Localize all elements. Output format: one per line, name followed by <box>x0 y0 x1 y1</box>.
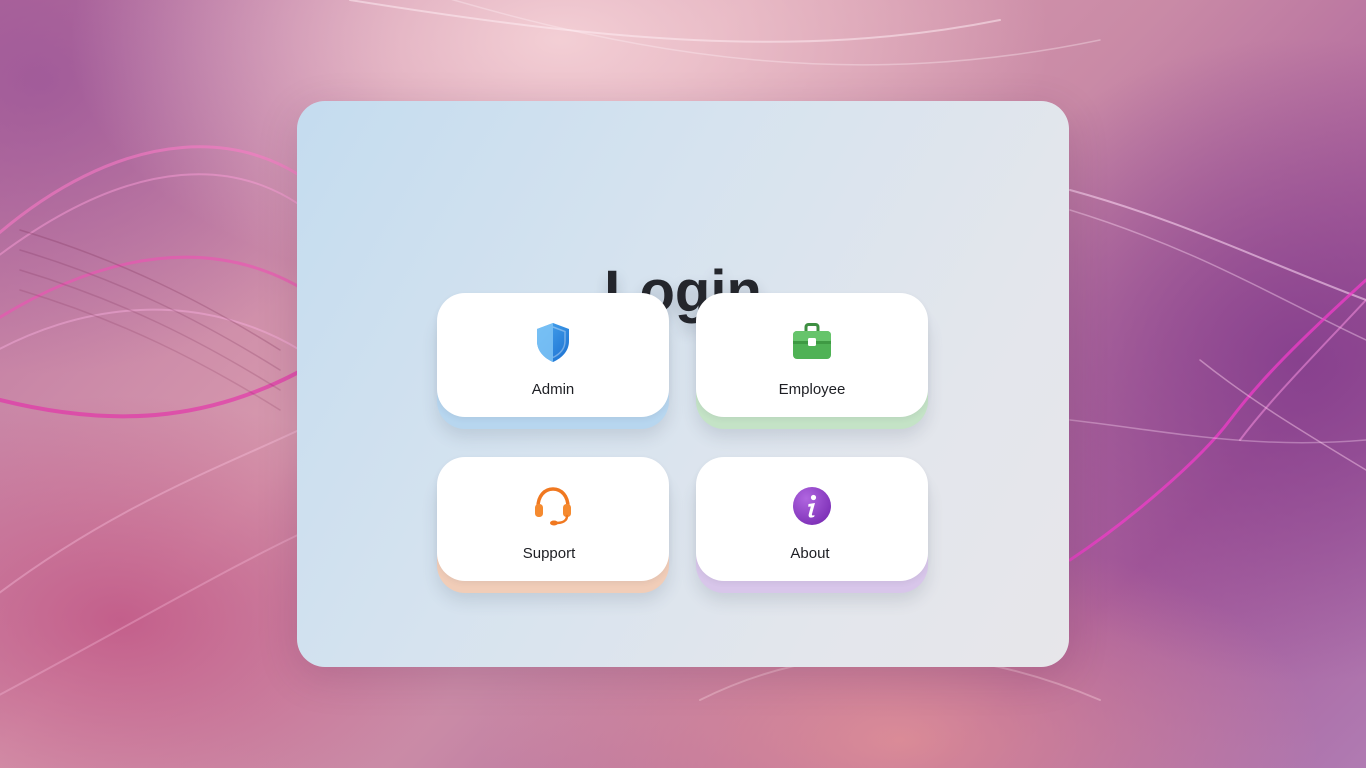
login-card: Login Admin Employee Support About <box>297 101 1069 667</box>
employee-login-button[interactable]: Employee <box>696 293 928 429</box>
about-label: About <box>790 545 830 562</box>
info-icon <box>793 487 831 525</box>
about-tile-face: About <box>696 457 928 581</box>
employee-label: Employee <box>778 381 846 398</box>
about-button[interactable]: About <box>696 457 928 593</box>
page-title: Login <box>604 259 762 324</box>
support-label: Support <box>522 545 576 562</box>
support-tile-face: Support <box>437 457 669 581</box>
support-login-button[interactable]: Support <box>437 457 669 593</box>
admin-tile-face: Admin <box>437 293 669 417</box>
headset-icon <box>535 487 571 526</box>
briefcase-icon <box>793 323 831 359</box>
employee-tile-face: Employee <box>696 293 928 417</box>
shield-icon <box>537 323 569 362</box>
admin-label: Admin <box>531 381 575 398</box>
admin-login-button[interactable]: Admin <box>437 293 669 429</box>
